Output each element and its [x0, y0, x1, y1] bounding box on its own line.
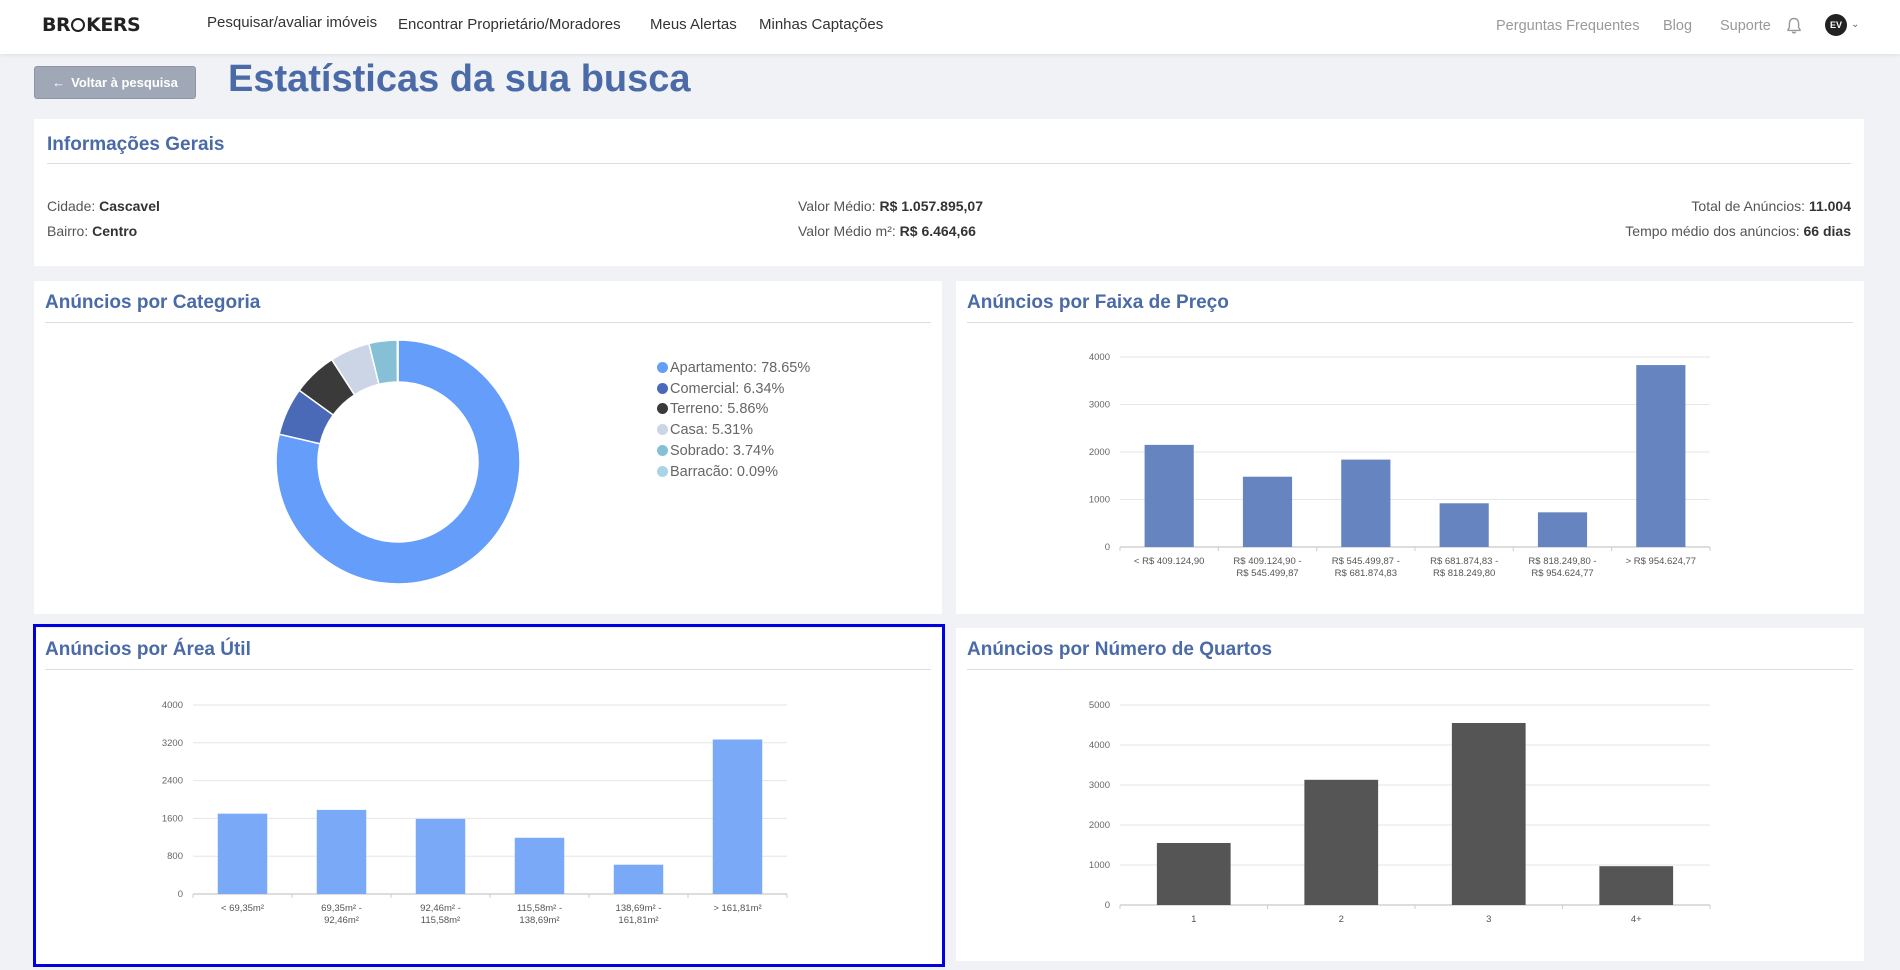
legend-label: Comercial: 6.34%	[670, 380, 785, 397]
x-tick-label: > R$ 954.624,77	[1626, 556, 1697, 567]
legend-item[interactable]: Sobrado: 3.74%	[657, 443, 774, 459]
chevron-down-icon[interactable]: ⌄	[1851, 19, 1859, 30]
bedrooms-bar-chart: 0 1000 2000 3000 4000 5000 1 2 3 4+	[1089, 700, 1711, 925]
legend-label: Terreno: 5.86%	[670, 401, 769, 418]
x-tick-label: R$ 409.124,90 -	[1233, 556, 1301, 567]
info-neighborhood: Bairro: Centro	[47, 223, 138, 239]
y-tick-label: 3000	[1089, 780, 1110, 791]
divider	[47, 163, 1851, 164]
x-tick-label: 1	[1191, 914, 1196, 925]
y-tick-label: 0	[1105, 542, 1110, 553]
bar[interactable]	[1144, 444, 1194, 547]
page-title: Estatísticas da sua busca	[228, 58, 691, 100]
x-tick-label: 3	[1486, 914, 1491, 925]
x-tick-label: R$ 681.874,83	[1335, 568, 1397, 579]
legend-item[interactable]: Apartamento: 78.65%	[657, 360, 810, 376]
nav-link-suporte[interactable]: Suporte	[1720, 18, 1771, 34]
top-nav: BR KERS Pesquisar/avaliar imóveis Encontr…	[0, 0, 1900, 54]
back-button-label: Voltar à pesquisa	[71, 75, 178, 90]
x-tick-label: 4+	[1631, 914, 1642, 925]
nav-link-alertas[interactable]: Meus Alertas	[650, 16, 737, 33]
nav-link-faq[interactable]: Perguntas Frequentes	[1496, 18, 1639, 34]
category-donut-chart	[275, 339, 521, 585]
general-info-card: Informações Gerais Cidade: Cascavel Bair…	[34, 119, 1864, 266]
info-city: Cidade: Cascavel	[47, 198, 160, 214]
x-tick-label: R$ 818.249,80 -	[1528, 556, 1596, 567]
category-card: Anúncios por Categoria Apartamento: 78.6…	[34, 281, 942, 614]
bar[interactable]	[1537, 512, 1588, 547]
bar[interactable]	[1156, 843, 1231, 905]
arrow-left-icon: ←	[52, 75, 66, 90]
legend-item[interactable]: Comercial: 6.34%	[657, 381, 784, 397]
x-tick-label: 2	[1339, 914, 1344, 925]
y-tick-label: 2000	[1089, 447, 1110, 458]
legend-item[interactable]: Terreno: 5.86%	[657, 401, 768, 417]
legend-swatch	[657, 362, 668, 373]
legend-swatch	[657, 465, 668, 477]
x-tick-label: R$ 545.499,87	[1236, 568, 1298, 579]
legend-swatch	[657, 444, 668, 456]
info-average-m2: Valor Médio m²: R$ 6.464,66	[798, 223, 976, 239]
selection-highlight	[33, 624, 945, 967]
legend-label: Sobrado: 3.74%	[670, 442, 774, 459]
y-tick-label: 0	[1105, 900, 1110, 911]
bell-icon[interactable]	[1786, 17, 1802, 35]
x-tick-label: R$ 818.249,80	[1433, 568, 1495, 579]
info-average-time: Tempo médio dos anúncios: 66 dias	[1625, 223, 1851, 239]
general-info-title: Informações Gerais	[47, 134, 225, 155]
back-to-search-button[interactable]: ← Voltar à pesquisa	[34, 66, 196, 99]
y-tick-label: 4000	[1089, 352, 1110, 363]
y-tick-label: 1000	[1089, 495, 1110, 506]
price-range-card: Anúncios por Faixa de Preço 0 1000 2000 300…	[956, 281, 1864, 614]
info-total-listings: Total de Anúncios: 11.004	[1691, 198, 1851, 214]
y-tick-label: 5000	[1089, 700, 1110, 711]
bedrooms-card: Anúncios por Número de Quartos 0 1000 2000…	[956, 628, 1864, 961]
bar[interactable]	[1439, 503, 1489, 547]
legend-swatch	[657, 424, 668, 436]
legend-label: Casa: 5.31%	[670, 422, 754, 439]
legend-label: Barracão: 0.09%	[670, 463, 779, 480]
price-range-bar-chart: 0 1000 2000 3000 4000 < R$ 409.124,90 R$ 409.1…	[1089, 352, 1711, 579]
user-avatar[interactable]: EV	[1825, 14, 1847, 36]
x-tick-label: R$ 681.874,83 -	[1430, 556, 1498, 567]
bar[interactable]	[1599, 866, 1674, 905]
x-tick-label: R$ 954.624,77	[1531, 568, 1593, 579]
x-tick-label: < R$ 409.124,90	[1134, 556, 1205, 567]
y-tick-label: 3000	[1089, 400, 1110, 411]
nav-link-blog[interactable]: Blog	[1663, 18, 1692, 34]
bar[interactable]	[1636, 365, 1686, 547]
bar[interactable]	[1304, 779, 1379, 905]
x-tick-label: R$ 545.499,87 -	[1332, 556, 1400, 567]
bar[interactable]	[1341, 459, 1391, 547]
nav-link-encontrar[interactable]: Encontrar Proprietário/Moradores	[398, 16, 621, 33]
y-tick-label: 1000	[1089, 860, 1110, 871]
legend-swatch	[657, 403, 668, 415]
bar[interactable]	[1451, 723, 1526, 905]
brokers-logo[interactable]: BR KERS	[42, 14, 141, 36]
nav-link-pesquisar[interactable]: Pesquisar/avaliar imóveis	[207, 14, 377, 31]
legend-label: Apartamento: 78.65%	[670, 360, 811, 376]
y-tick-label: 2000	[1089, 820, 1110, 831]
legend-item[interactable]: Casa: 5.31%	[657, 422, 753, 438]
legend-item[interactable]: Barracão: 0.09%	[657, 464, 778, 480]
y-tick-label: 4000	[1089, 740, 1110, 751]
legend-swatch	[657, 382, 668, 394]
info-average-value: Valor Médio: R$ 1.057.895,07	[798, 198, 983, 214]
nav-link-captacoes[interactable]: Minhas Captações	[759, 16, 883, 33]
donut-slice-barracão[interactable]	[396, 339, 399, 383]
bar[interactable]	[1242, 476, 1293, 547]
